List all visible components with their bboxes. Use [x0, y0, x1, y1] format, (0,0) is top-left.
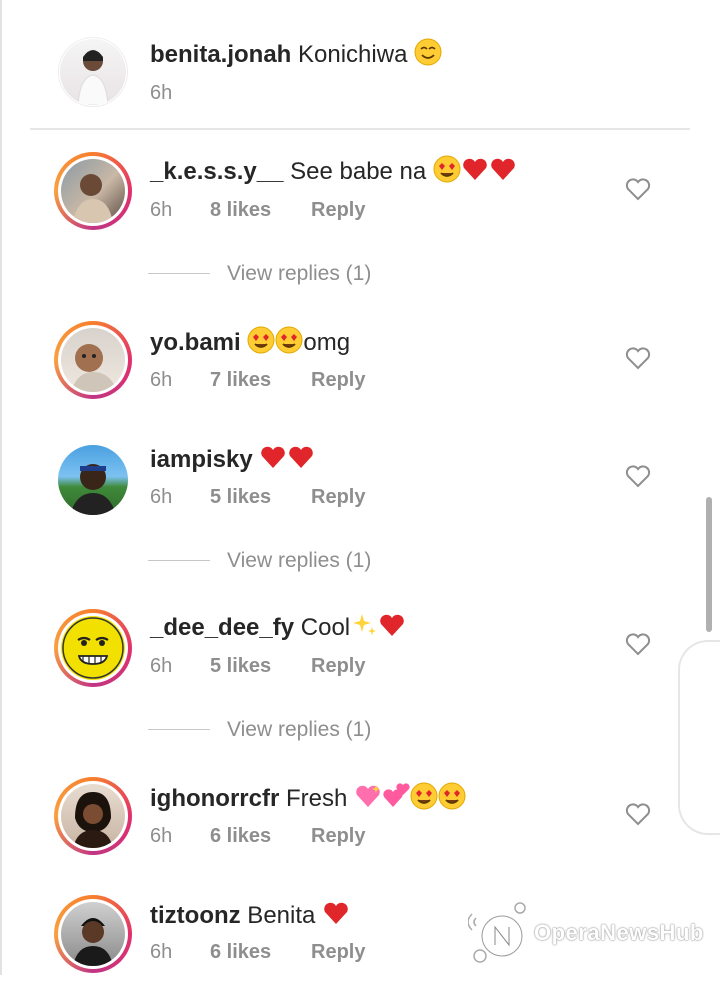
caption-divider — [30, 128, 690, 130]
like-heart-icon[interactable] — [625, 632, 651, 656]
avatar[interactable] — [58, 37, 128, 107]
reply-button[interactable]: Reply — [311, 941, 365, 964]
comment-item: _dee_dee_fy Cool 6h 5 likes Reply — [0, 607, 720, 697]
avatar[interactable] — [54, 609, 132, 687]
like-heart-icon[interactable] — [625, 464, 651, 488]
red-heart-emoji-icon — [261, 446, 286, 468]
operanewshub-watermark: OperaNewsHub — [468, 898, 718, 975]
comment-time: 6h — [150, 369, 173, 391]
comment-time: 6h — [150, 82, 173, 104]
comment-item: _k.e.s.s.y__ See babe na 6h 8 likes Reply — [0, 150, 720, 240]
avatar[interactable] — [54, 777, 132, 855]
reply-button[interactable]: Reply — [311, 655, 365, 678]
scrollbar-thumb[interactable] — [706, 497, 712, 632]
view-replies-label: View replies (1) — [227, 262, 372, 285]
watermark-text: OperaNewsHub — [534, 920, 704, 945]
comment-username[interactable]: _dee_dee_fy — [150, 614, 294, 641]
comment-item: yo.bami omg 6h 7 likes Reply — [0, 321, 720, 411]
two-hearts-emoji-icon — [383, 783, 410, 807]
comment-likes[interactable]: 6 likes — [210, 825, 271, 848]
avatar[interactable] — [54, 152, 132, 230]
view-replies-line — [148, 560, 210, 561]
comment-item: benita.jonah Konichiwa 6h — [0, 0, 720, 107]
avatar[interactable] — [58, 445, 128, 515]
comment-time: 6h — [150, 199, 173, 221]
comment-likes[interactable]: 5 likes — [210, 486, 271, 509]
comment-text: Cool — [294, 614, 351, 641]
comment-time: 6h — [150, 941, 173, 963]
comment-text — [253, 446, 260, 473]
comment-likes[interactable]: 5 likes — [210, 655, 271, 678]
heart-eyes-emoji-icon — [438, 782, 466, 810]
reply-button[interactable]: Reply — [311, 369, 365, 392]
red-heart-emoji-icon — [289, 446, 314, 468]
comment-username[interactable]: yo.bami — [150, 329, 241, 356]
reply-button[interactable]: Reply — [311, 486, 365, 509]
view-replies-button[interactable]: View replies (1) — [148, 715, 408, 745]
operanewshub-logo-icon — [468, 902, 526, 963]
comment-time: 6h — [150, 486, 173, 508]
red-heart-emoji-icon — [463, 158, 487, 180]
avatar[interactable] — [54, 321, 132, 399]
comment-text: Fresh — [279, 785, 355, 812]
sparkling-heart-emoji-icon — [356, 785, 381, 807]
comment-text: omg — [303, 329, 351, 356]
view-replies-line — [148, 273, 210, 274]
view-replies-label: View replies (1) — [227, 718, 372, 741]
heart-eyes-emoji-icon — [410, 782, 438, 810]
view-replies-line — [148, 729, 210, 730]
comment-time: 6h — [150, 655, 173, 677]
comment-likes[interactable]: 7 likes — [210, 369, 271, 392]
view-replies-button[interactable]: View replies (1) — [148, 259, 408, 289]
view-replies-label: View replies (1) — [227, 549, 372, 572]
comment-likes[interactable]: 8 likes — [210, 199, 271, 222]
smile-emoji-icon — [414, 38, 442, 66]
comment-username[interactable]: benita.jonah — [150, 41, 291, 68]
edge-panel-handle[interactable] — [678, 640, 720, 835]
like-heart-icon[interactable] — [625, 802, 651, 826]
red-heart-emoji-icon — [491, 158, 515, 180]
red-heart-emoji-icon — [380, 614, 404, 636]
comment-text: See babe na — [283, 158, 433, 185]
reply-button[interactable]: Reply — [311, 825, 365, 848]
comment-username[interactable]: _k.e.s.s.y__ — [150, 158, 283, 185]
reply-button[interactable]: Reply — [311, 199, 365, 222]
like-heart-icon[interactable] — [625, 177, 651, 201]
comment-username[interactable]: tiztoonz — [150, 902, 241, 929]
heart-eyes-emoji-icon — [247, 326, 275, 354]
comment-item: iampisky 6h 5 likes Reply — [0, 441, 720, 531]
avatar[interactable] — [54, 895, 132, 973]
like-heart-icon[interactable] — [625, 346, 651, 370]
comment-item: ighonorrcfr Fresh 6h 6 likes Reply — [0, 777, 720, 867]
comment-username[interactable]: iampisky — [150, 446, 253, 473]
comment-likes[interactable]: 6 likes — [210, 941, 271, 964]
comment-text: Konichiwa — [298, 41, 415, 68]
sparkles-emoji-icon — [353, 614, 377, 635]
comment-text: Benita — [240, 902, 323, 929]
comment-username[interactable]: ighonorrcfr — [150, 785, 279, 812]
heart-eyes-emoji-icon — [275, 326, 303, 354]
heart-eyes-emoji-icon — [433, 155, 461, 183]
red-heart-emoji-icon — [324, 902, 348, 924]
view-replies-button[interactable]: View replies (1) — [148, 546, 408, 576]
comment-time: 6h — [150, 825, 173, 847]
